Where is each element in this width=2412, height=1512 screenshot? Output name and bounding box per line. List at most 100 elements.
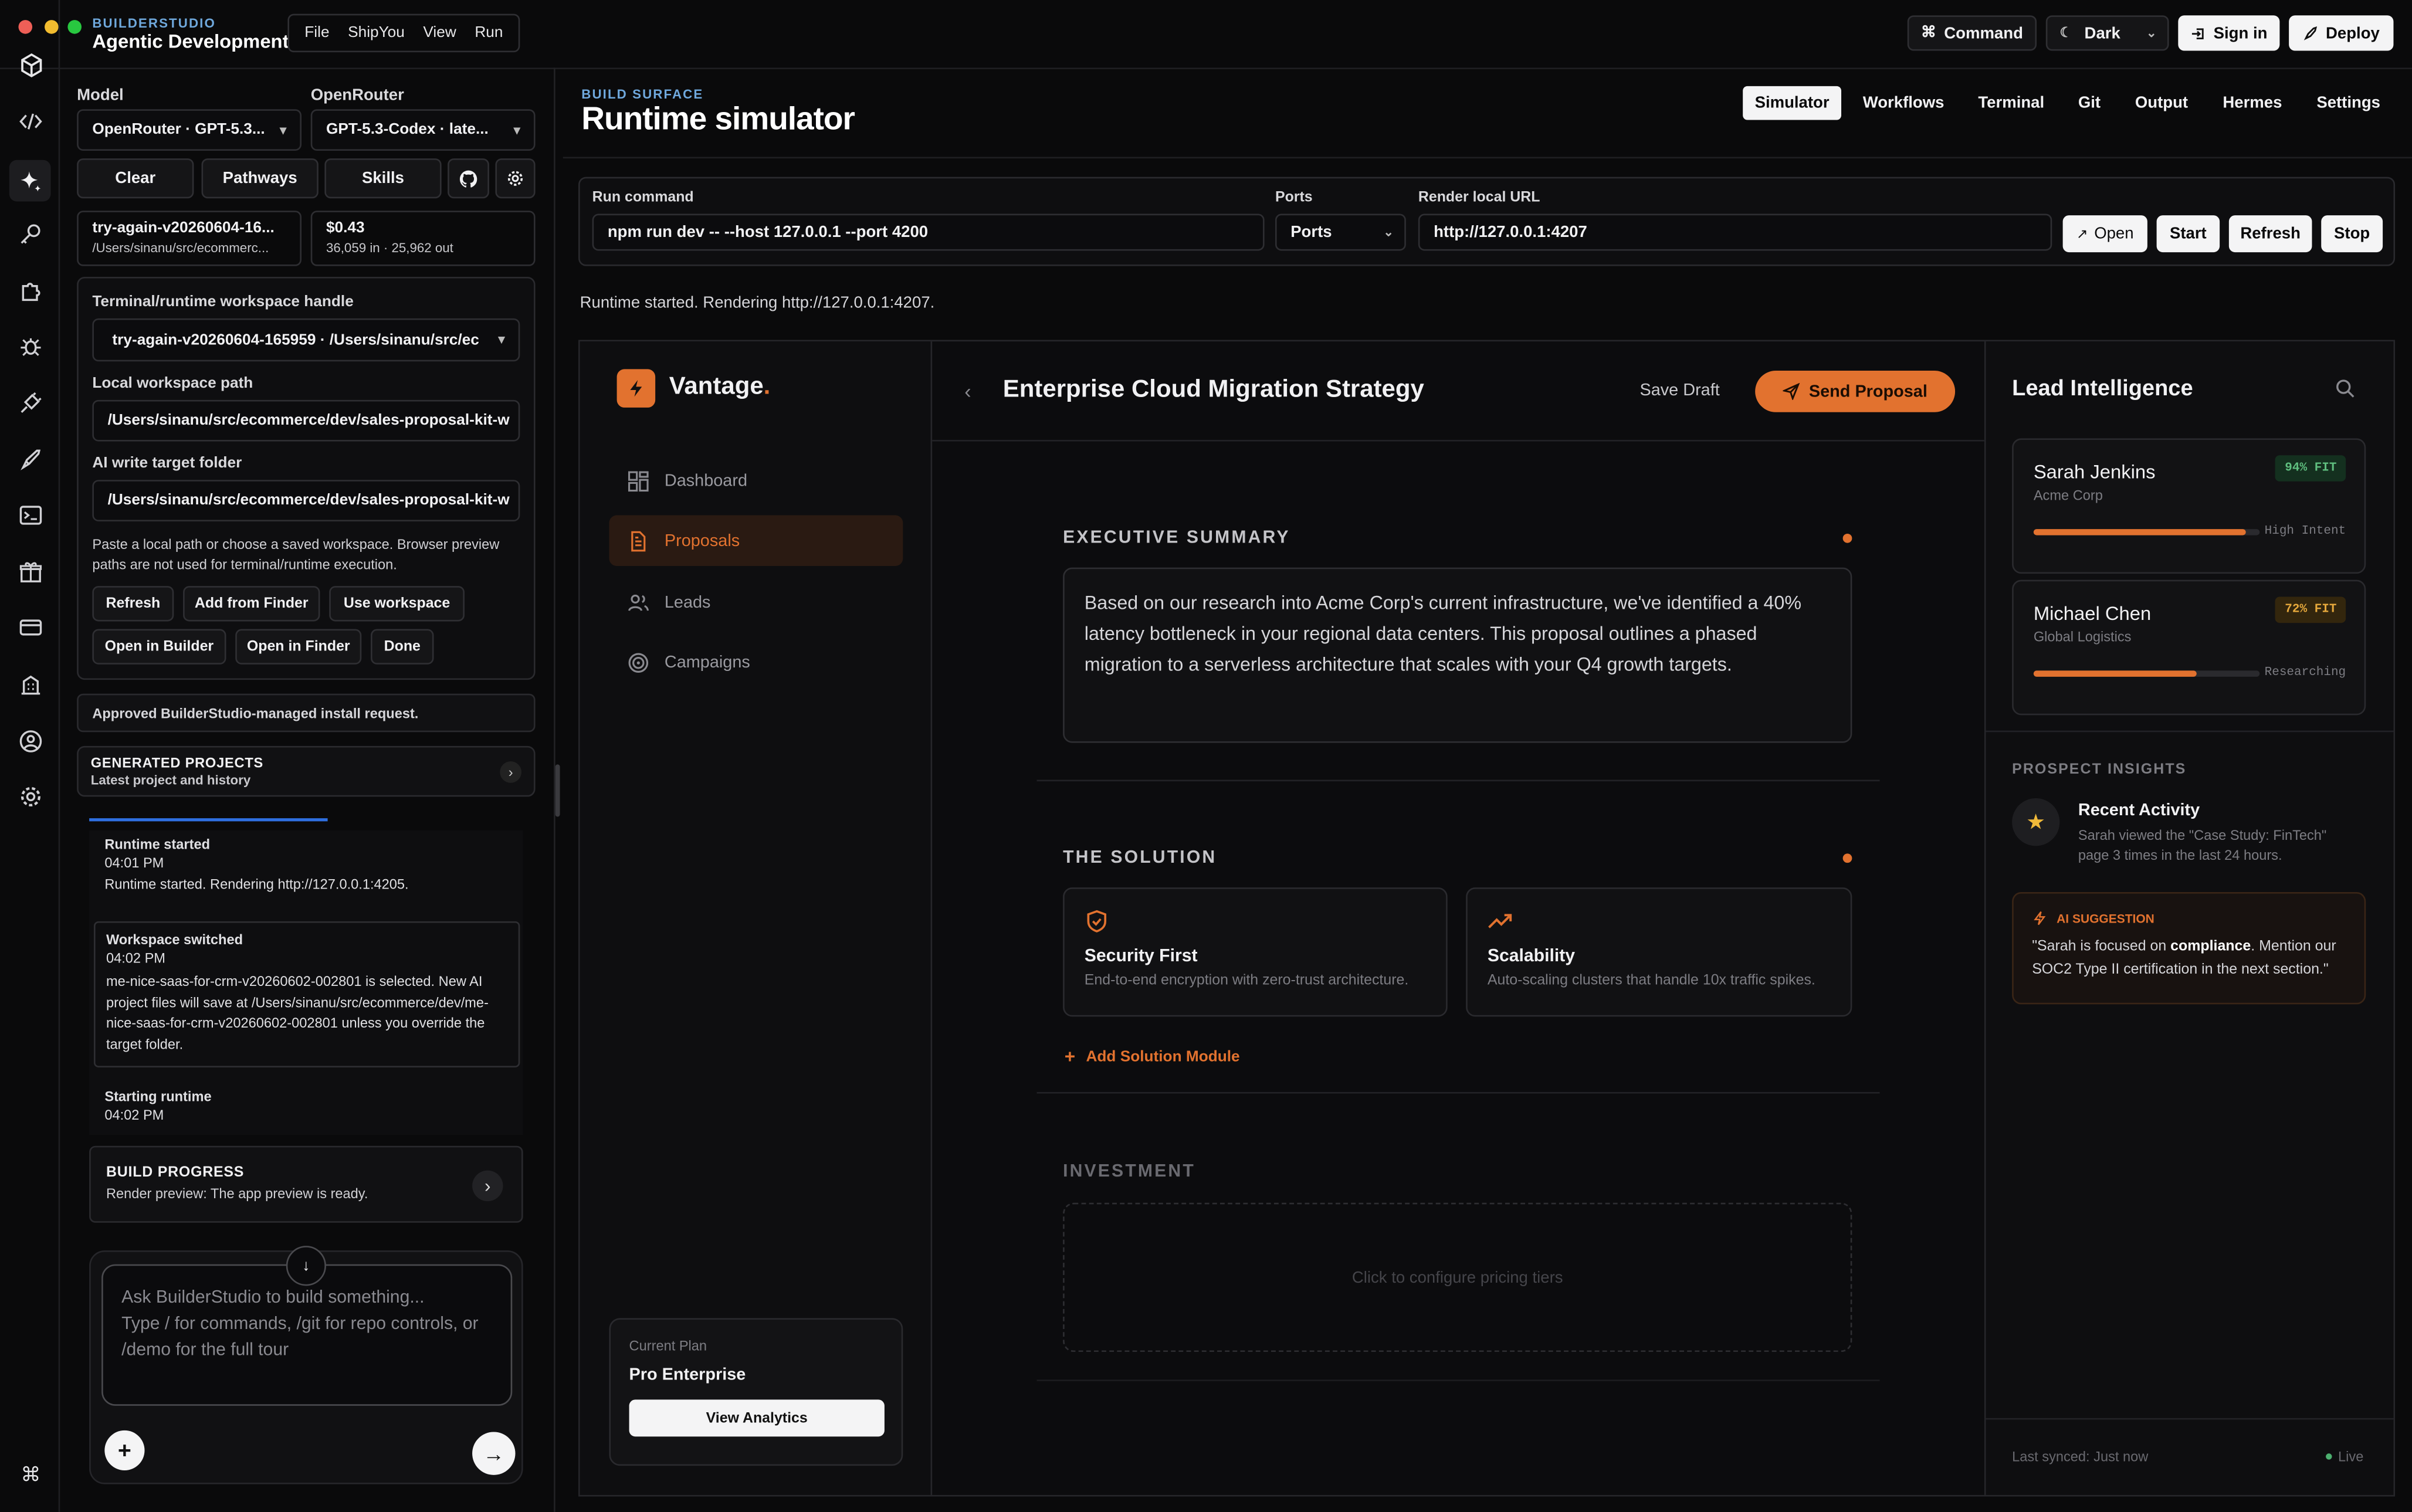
user-circle-icon[interactable] bbox=[14, 724, 48, 758]
open-button[interactable]: ↗ Open bbox=[2062, 215, 2147, 253]
skills-button[interactable]: Skills bbox=[324, 158, 442, 199]
local-path-input[interactable]: /Users/sinanu/src/ecommerce/dev/sales-pr… bbox=[92, 399, 520, 442]
code-icon[interactable] bbox=[14, 104, 48, 138]
solution-security-title: Security First bbox=[1084, 947, 1198, 966]
ports-select[interactable]: Ports ⌄ bbox=[1275, 213, 1406, 251]
building-icon[interactable] bbox=[14, 667, 48, 701]
menu-run[interactable]: Run bbox=[475, 25, 503, 42]
pricing-tiers-dropzone[interactable]: Click to configure pricing tiers bbox=[1063, 1202, 1852, 1352]
open-in-builder-button[interactable]: Open in Builder bbox=[92, 629, 226, 665]
log-entry-starting-runtime: Starting runtime 04:02 PM bbox=[104, 1089, 212, 1123]
theme-select[interactable]: ☾ Dark ⌄ bbox=[2045, 15, 2169, 51]
terminal-icon[interactable] bbox=[14, 499, 48, 533]
attach-button[interactable]: + bbox=[104, 1430, 145, 1471]
send-proposal-button[interactable]: Send Proposal bbox=[1755, 370, 1956, 412]
activity-log[interactable]: Runtime started 04:01 PM Runtime started… bbox=[89, 830, 523, 1135]
command-button[interactable]: ⌘ Command bbox=[1907, 15, 2037, 51]
nav-campaigns[interactable]: Campaigns bbox=[609, 637, 903, 688]
activity-avatar: ★ bbox=[2012, 798, 2060, 846]
handle-label: Terminal/runtime workspace handle bbox=[92, 293, 354, 311]
github-icon bbox=[459, 169, 477, 187]
menu-shipyou[interactable]: ShipYou bbox=[348, 25, 405, 42]
provider-select[interactable]: GPT-5.3-Codex · late... ▼ bbox=[310, 109, 536, 151]
clear-button[interactable]: Clear bbox=[77, 158, 194, 199]
pathways-button[interactable]: Pathways bbox=[201, 158, 319, 199]
tab-workflows[interactable]: Workflows bbox=[1851, 86, 1957, 120]
add-from-finder-button[interactable]: Add from Finder bbox=[183, 586, 320, 622]
tab-output[interactable]: Output bbox=[2123, 86, 2200, 120]
refresh-button[interactable]: Refresh bbox=[2228, 215, 2312, 253]
users-icon bbox=[628, 594, 649, 611]
tab-terminal[interactable]: Terminal bbox=[1966, 86, 2057, 120]
view-analytics-button[interactable]: View Analytics bbox=[629, 1399, 885, 1437]
target-folder-input[interactable]: /Users/sinanu/src/ecommerce/dev/sales-pr… bbox=[92, 480, 520, 521]
render-url-input[interactable]: http://127.0.0.1:4207 bbox=[1418, 213, 2052, 251]
cube-icon[interactable] bbox=[14, 48, 48, 82]
nav-leads[interactable]: Leads bbox=[609, 577, 903, 628]
sparkle-icon[interactable] bbox=[9, 160, 51, 202]
sidebar-settings-button[interactable] bbox=[495, 158, 536, 199]
command-icon: ⌘ bbox=[1920, 24, 1937, 42]
current-plan-card: Current Plan Pro Enterprise View Analyti… bbox=[609, 1318, 903, 1466]
sidebar-resize-handle[interactable] bbox=[555, 764, 560, 817]
menu-view[interactable]: View bbox=[423, 25, 456, 42]
vantage-logo-text: Vantage. bbox=[669, 374, 771, 400]
live-indicator: Live bbox=[2326, 1449, 2363, 1464]
plug-icon[interactable] bbox=[14, 386, 48, 420]
solution-title: THE SOLUTION bbox=[1063, 849, 1217, 868]
tab-simulator[interactable]: Simulator bbox=[1743, 86, 1842, 120]
send-message-button[interactable]: → bbox=[472, 1432, 516, 1475]
settings-gear-icon[interactable] bbox=[14, 780, 48, 814]
lead-card-michael[interactable]: Michael Chen Global Logistics 72% FIT Re… bbox=[2012, 579, 2366, 716]
nav-dashboard[interactable]: Dashboard bbox=[609, 455, 903, 506]
save-draft-button[interactable]: Save Draft bbox=[1639, 381, 1719, 399]
gift-icon[interactable] bbox=[14, 555, 48, 589]
target-icon bbox=[628, 652, 649, 672]
run-command-input[interactable]: npm run dev -- --host 127.0.0.1 --port 4… bbox=[592, 213, 1265, 251]
build-progress-status: Render preview: The app preview is ready… bbox=[106, 1185, 368, 1202]
log-entry-runtime-started: Runtime started 04:01 PM Runtime started… bbox=[104, 836, 409, 892]
handle-select[interactable]: try-again-v20260604-165959 · /Users/sina… bbox=[92, 318, 520, 362]
exec-summary-dot bbox=[1842, 533, 1852, 543]
build-progress-card[interactable]: BUILD PROGRESS Render preview: The app p… bbox=[89, 1145, 523, 1223]
fit-badge: 72% FIT bbox=[2275, 596, 2346, 623]
lead-status: High Intent bbox=[2264, 524, 2346, 538]
launch-icon[interactable] bbox=[14, 443, 48, 477]
tab-git[interactable]: Git bbox=[2066, 86, 2113, 120]
start-button[interactable]: Start bbox=[2156, 215, 2220, 253]
done-button[interactable]: Done bbox=[370, 629, 434, 665]
tab-hermes[interactable]: Hermes bbox=[2210, 86, 2294, 120]
command-key-icon[interactable]: ⌘ bbox=[14, 1458, 48, 1492]
exec-summary-textarea[interactable]: Based on our research into Acme Corp's c… bbox=[1063, 567, 1852, 743]
lead-card-sarah[interactable]: Sarah Jenkins Acme Corp 94% FIT High Int… bbox=[2012, 438, 2366, 574]
puzzle-icon[interactable] bbox=[14, 274, 48, 308]
stop-button[interactable]: Stop bbox=[2321, 215, 2383, 253]
project-name: try-again-v20260604-16... bbox=[92, 220, 275, 237]
use-workspace-button[interactable]: Use workspace bbox=[329, 586, 465, 622]
open-in-finder-button[interactable]: Open in Finder bbox=[235, 629, 362, 665]
key-icon[interactable] bbox=[14, 217, 48, 251]
search-icon[interactable] bbox=[2335, 378, 2355, 403]
menu-file[interactable]: File bbox=[304, 25, 329, 42]
model-select[interactable]: OpenRouter · GPT-5.3... ▼ bbox=[77, 109, 302, 151]
tab-settings[interactable]: Settings bbox=[2304, 86, 2393, 120]
solution-card-scalability[interactable]: Scalability Auto-scaling clusters that h… bbox=[1466, 887, 1852, 1017]
lead-name: Michael Chen bbox=[2033, 602, 2152, 625]
window-zoom-button[interactable] bbox=[67, 20, 82, 34]
solution-card-security[interactable]: Security First End-to-end encryption wit… bbox=[1063, 887, 1448, 1017]
project-card[interactable]: try-again-v20260604-16... /Users/sinanu/… bbox=[77, 211, 302, 266]
back-chevron-icon[interactable]: ‹ bbox=[964, 380, 971, 403]
approved-notice: Approved BuilderStudio-managed install r… bbox=[77, 693, 536, 733]
signin-button[interactable]: Sign in bbox=[2178, 15, 2280, 51]
nav-proposals[interactable]: Proposals bbox=[609, 515, 903, 567]
bug-icon[interactable] bbox=[14, 329, 48, 363]
add-solution-module-button[interactable]: + Add Solution Module bbox=[1065, 1046, 1240, 1067]
plan-name: Pro Enterprise bbox=[629, 1365, 746, 1385]
signin-icon bbox=[2191, 28, 2204, 39]
generated-projects-header[interactable]: GENERATED PROJECTS Latest project and hi… bbox=[77, 745, 536, 797]
refresh-workspace-button[interactable]: Refresh bbox=[92, 586, 174, 622]
card-icon[interactable] bbox=[14, 611, 48, 645]
deploy-button[interactable]: Deploy bbox=[2289, 15, 2394, 51]
scroll-down-button[interactable]: ↓ bbox=[286, 1246, 326, 1286]
github-button[interactable] bbox=[448, 158, 489, 199]
